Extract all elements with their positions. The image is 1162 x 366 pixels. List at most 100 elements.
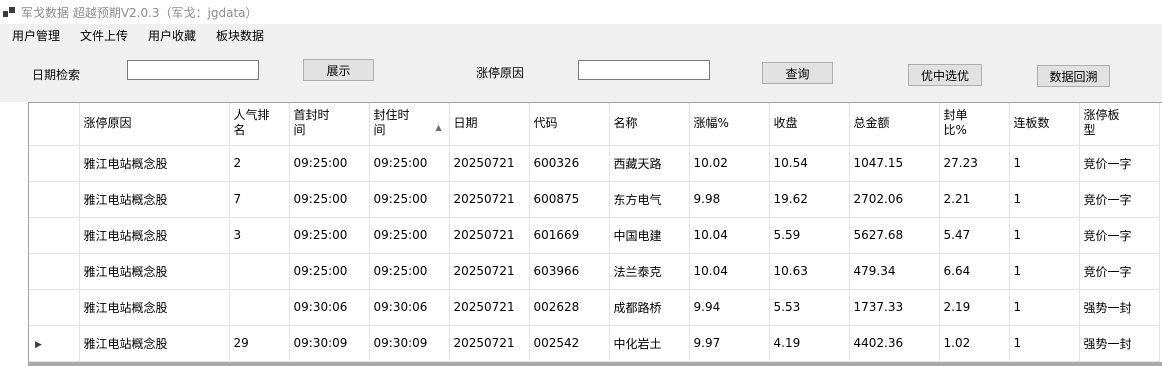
limit-up-reason-input[interactable] (578, 60, 710, 80)
menu-user-favorites[interactable]: 用户收藏 (148, 27, 196, 44)
cell-seal-ratio[interactable]: 2.19 (939, 289, 1010, 326)
cell-close[interactable]: 5.59 (769, 217, 850, 254)
cell-popularity-rank[interactable] (229, 289, 290, 326)
cell-change-pct[interactable]: 9.98 (689, 181, 770, 218)
cell-limit-up-type[interactable]: 竞价一字 (1079, 181, 1160, 218)
cell-limit-up-type[interactable]: 竞价一字 (1079, 253, 1160, 290)
menu-sector-data[interactable]: 板块数据 (216, 27, 264, 44)
cell-first-seal-time[interactable]: 09:25:00 (289, 217, 370, 254)
cell-change-pct[interactable]: 10.02 (689, 145, 770, 182)
cell-close[interactable]: 10.54 (769, 145, 850, 182)
col-header-seal-time[interactable]: 封住时间 ▲ (369, 103, 450, 146)
cell-popularity-rank[interactable]: 3 (229, 217, 290, 254)
menu-file-upload[interactable]: 文件上传 (80, 27, 128, 44)
cell-close[interactable]: 10.63 (769, 253, 850, 290)
cell-code[interactable]: 600326 (529, 145, 610, 182)
cell-first-seal-time[interactable]: 09:30:06 (289, 289, 370, 326)
cell-code[interactable]: 002542 (529, 325, 610, 362)
cell-total-amount[interactable]: 4402.36 (849, 325, 940, 362)
col-header-first-seal-time[interactable]: 首封时间 (289, 103, 370, 146)
cell-change-pct[interactable]: 9.94 (689, 289, 770, 326)
cell-close[interactable]: 5.53 (769, 289, 850, 326)
cell-consecutive-boards[interactable]: 1 (1009, 325, 1080, 362)
cell-close[interactable]: 19.62 (769, 181, 850, 218)
cell-total-amount[interactable]: 1737.33 (849, 289, 940, 326)
table-row[interactable]: 雅江电站概念股 2 09:25:00 09:25:00 20250721 600326 西藏… (29, 145, 1160, 182)
cell-date[interactable]: 20250721 (449, 217, 530, 254)
cell-limit-up-type[interactable]: 强势一封 (1079, 325, 1160, 362)
cell-popularity-rank[interactable]: 29 (229, 325, 290, 362)
cell-consecutive-boards[interactable]: 1 (1009, 253, 1080, 290)
cell-date[interactable]: 20250721 (449, 253, 530, 290)
cell-seal-ratio[interactable]: 1.02 (939, 325, 1010, 362)
cell-popularity-rank[interactable]: 2 (229, 145, 290, 182)
table-row[interactable]: ▶ 雅江电站概念股 29 09:30:09 09:30:09 20250721 002542… (29, 325, 1160, 362)
row-header[interactable] (29, 145, 80, 182)
row-header[interactable] (29, 253, 80, 290)
col-header-consecutive-boards[interactable]: 连板数 (1009, 103, 1080, 146)
cell-close[interactable]: 4.19 (769, 325, 850, 362)
limit-up-data-grid[interactable]: 涨停原因 人气排名 首封时间 封住时间 ▲ 日期 代码 名称 涨幅% 收盘 总金… (29, 103, 1160, 362)
col-header-total-amount[interactable]: 总金额 (849, 103, 940, 146)
row-header[interactable]: ▶ (29, 325, 80, 362)
cell-reason[interactable]: 雅江电站概念股 (79, 289, 230, 326)
data-backtrack-button[interactable]: 数据回溯 (1037, 65, 1110, 87)
cell-limit-up-type[interactable]: 竞价一字 (1079, 217, 1160, 254)
cell-seal-time[interactable]: 09:30:09 (369, 325, 450, 362)
cell-date[interactable]: 20250721 (449, 325, 530, 362)
cell-consecutive-boards[interactable]: 1 (1009, 181, 1080, 218)
cell-seal-ratio[interactable]: 5.47 (939, 217, 1010, 254)
col-header-change-pct[interactable]: 涨幅% (689, 103, 770, 146)
table-row[interactable]: 雅江电站概念股 3 09:25:00 09:25:00 20250721 601669 中国… (29, 217, 1160, 254)
cell-reason[interactable]: 雅江电站概念股 (79, 253, 230, 290)
table-row[interactable]: 雅江电站概念股 7 09:25:00 09:25:00 20250721 600875 东方… (29, 181, 1160, 218)
date-search-input[interactable] (127, 60, 259, 80)
cell-code[interactable]: 603966 (529, 253, 610, 290)
cell-total-amount[interactable]: 2702.06 (849, 181, 940, 218)
cell-name[interactable]: 中化岩土 (609, 325, 690, 362)
col-header-seal-ratio[interactable]: 封单比% (939, 103, 1010, 146)
cell-date[interactable]: 20250721 (449, 181, 530, 218)
cell-total-amount[interactable]: 1047.15 (849, 145, 940, 182)
cell-total-amount[interactable]: 5627.68 (849, 217, 940, 254)
cell-name[interactable]: 成都路桥 (609, 289, 690, 326)
cell-change-pct[interactable]: 10.04 (689, 217, 770, 254)
cell-first-seal-time[interactable]: 09:25:00 (289, 181, 370, 218)
table-row[interactable]: 雅江电站概念股 09:25:00 09:25:00 20250721 603966 法兰泰… (29, 253, 1160, 290)
cell-seal-ratio[interactable]: 6.64 (939, 253, 1010, 290)
col-header-date[interactable]: 日期 (449, 103, 530, 146)
cell-name[interactable]: 东方电气 (609, 181, 690, 218)
cell-reason[interactable]: 雅江电站概念股 (79, 145, 230, 182)
cell-change-pct[interactable]: 9.97 (689, 325, 770, 362)
cell-first-seal-time[interactable]: 09:25:00 (289, 145, 370, 182)
cell-popularity-rank[interactable] (229, 253, 290, 290)
cell-name[interactable]: 法兰泰克 (609, 253, 690, 290)
cell-popularity-rank[interactable]: 7 (229, 181, 290, 218)
row-header[interactable] (29, 181, 80, 218)
grid-horizontal-scrollbar[interactable] (28, 362, 1162, 366)
cell-seal-ratio[interactable]: 2.21 (939, 181, 1010, 218)
cell-total-amount[interactable]: 479.34 (849, 253, 940, 290)
row-header[interactable] (29, 289, 80, 326)
cell-consecutive-boards[interactable]: 1 (1009, 217, 1080, 254)
cell-reason[interactable]: 雅江电站概念股 (79, 181, 230, 218)
show-button[interactable]: 展示 (303, 59, 374, 81)
cell-consecutive-boards[interactable]: 1 (1009, 145, 1080, 182)
cell-date[interactable]: 20250721 (449, 145, 530, 182)
cell-date[interactable]: 20250721 (449, 289, 530, 326)
col-header-code[interactable]: 代码 (529, 103, 610, 146)
cell-seal-time[interactable]: 09:25:00 (369, 217, 450, 254)
cell-consecutive-boards[interactable]: 1 (1009, 289, 1080, 326)
col-header-popularity-rank[interactable]: 人气排名 (229, 103, 290, 146)
menu-user-management[interactable]: 用户管理 (12, 27, 60, 44)
col-header-name[interactable]: 名称 (609, 103, 690, 146)
table-row[interactable]: 雅江电站概念股 09:30:06 09:30:06 20250721 002628 成都路… (29, 289, 1160, 326)
pick-best-button[interactable]: 优中选优 (908, 64, 982, 86)
cell-seal-ratio[interactable]: 27.23 (939, 145, 1010, 182)
cell-limit-up-type[interactable]: 强势一封 (1079, 289, 1160, 326)
cell-code[interactable]: 002628 (529, 289, 610, 326)
row-header[interactable] (29, 217, 80, 254)
cell-name[interactable]: 中国电建 (609, 217, 690, 254)
cell-seal-time[interactable]: 09:25:00 (369, 253, 450, 290)
cell-name[interactable]: 西藏天路 (609, 145, 690, 182)
